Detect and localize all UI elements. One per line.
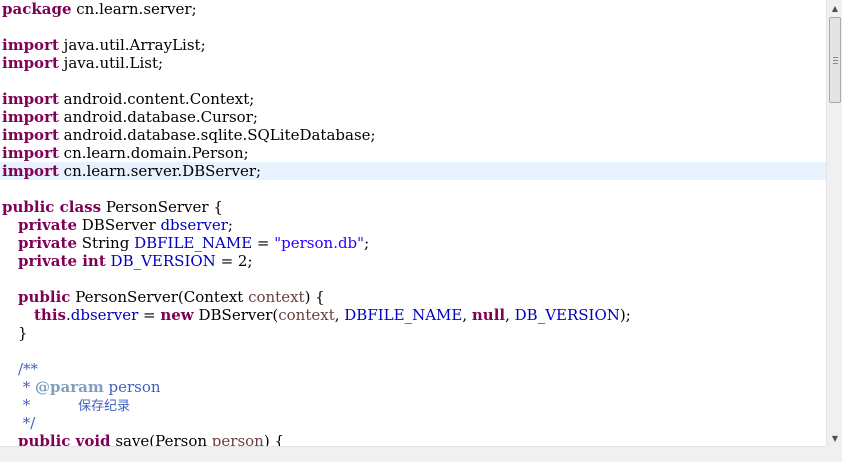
keyword: private — [18, 234, 77, 252]
parameter-name: context — [248, 288, 305, 306]
code-line-21-javadoc: /** — [0, 360, 826, 378]
code-line-8: import android.database.sqlite.SQLiteDat… — [0, 126, 826, 144]
keyword: null — [471, 306, 506, 324]
code-line-18: this.dbserver = new DBServer(context, DB… — [0, 306, 826, 324]
code-line-15: private int DB_VERSION = 2; — [0, 252, 826, 270]
parameter-name: context — [278, 306, 335, 324]
code-editor[interactable]: package cn.learn.server; import java.uti… — [0, 0, 842, 462]
keyword: private int — [18, 252, 106, 270]
javadoc-text: person — [103, 378, 161, 396]
code-text: ) { — [304, 288, 325, 306]
keyword: public — [18, 288, 71, 306]
code-text: save(Person — [110, 432, 212, 446]
scrollbar-corner — [826, 446, 842, 462]
keyword: public void — [18, 432, 111, 446]
code-text: ; — [364, 234, 370, 252]
code-line-13: private DBServer dbserver; — [0, 216, 826, 234]
code-text: = — [252, 234, 275, 252]
keyword: public class — [2, 198, 102, 216]
javadoc-text: /** — [18, 360, 39, 378]
javadoc-tag: @param — [35, 378, 104, 396]
code-text: PersonServer { — [101, 198, 223, 216]
grip-icon — [833, 57, 838, 64]
vertical-scrollbar[interactable]: ▲ ▼ — [826, 0, 842, 446]
keyword: import — [2, 90, 59, 108]
code-text: , — [462, 306, 472, 324]
code-line-17: public PersonServer(Context context) { — [0, 288, 826, 306]
keyword: import — [2, 54, 59, 72]
parameter-name: person — [211, 432, 264, 446]
code-text: ); — [619, 306, 631, 324]
code-line-14: private String DBFILE_NAME = "person.db"… — [0, 234, 826, 252]
field-name: DB_VERSION — [514, 306, 620, 324]
vertical-scroll-thumb[interactable] — [829, 17, 841, 103]
code-text: , — [334, 306, 345, 324]
field-name: DBFILE_NAME — [134, 234, 253, 252]
javadoc-text — [30, 396, 78, 414]
javadoc-text: * — [18, 378, 36, 396]
code-text: ) { — [263, 432, 285, 446]
keyword: import — [2, 126, 59, 144]
code-text-area[interactable]: package cn.learn.server; import java.uti… — [0, 0, 826, 446]
field-name: dbserver — [160, 216, 228, 234]
scroll-down-arrow-icon[interactable]: ▼ — [827, 430, 842, 446]
keyword: import — [2, 144, 59, 162]
code-line-1: package cn.learn.server; — [0, 0, 826, 18]
javadoc-text: * — [18, 396, 31, 414]
code-line-9: import cn.learn.domain.Person; — [0, 144, 826, 162]
keyword: private — [18, 216, 77, 234]
code-text: java.util.ArrayList; — [58, 36, 206, 54]
keyword: package — [2, 0, 72, 18]
code-line-7: import android.database.Cursor; — [0, 108, 826, 126]
code-text: android.database.Cursor; — [58, 108, 258, 126]
code-text: , — [505, 306, 515, 324]
code-text: DBServer — [77, 216, 161, 234]
code-text: = — [138, 306, 161, 324]
keyword: new — [160, 306, 194, 324]
scroll-up-arrow-icon[interactable]: ▲ — [827, 0, 842, 16]
code-text: android.database.sqlite.SQLiteDatabase; — [58, 126, 376, 144]
code-text: ; — [227, 216, 233, 234]
keyword: import — [2, 36, 59, 54]
code-text: cn.learn.server; — [71, 0, 197, 18]
code-line-23-javadoc: * 保存纪录 — [0, 396, 826, 414]
keyword: import — [2, 162, 59, 180]
code-line-10-current: import cn.learn.server.DBServer; — [0, 162, 826, 180]
code-line-19: } — [0, 324, 826, 342]
code-text: DBServer( — [193, 306, 279, 324]
code-text: cn.learn.domain.Person; — [58, 144, 249, 162]
field-name: dbserver — [70, 306, 139, 324]
code-text: } — [18, 324, 28, 342]
code-text: java.util.List; — [58, 54, 164, 72]
string-literal: "person.db" — [274, 234, 365, 252]
code-text: android.content.Context; — [58, 90, 255, 108]
code-line-12: public class PersonServer { — [0, 198, 826, 216]
keyword: this — [34, 306, 66, 324]
code-line-3: import java.util.ArrayList; — [0, 36, 826, 54]
code-text: cn.learn.server.DBServer; — [58, 162, 262, 180]
keyword: import — [2, 108, 59, 126]
code-line-4: import java.util.List; — [0, 54, 826, 72]
code-line-22-javadoc: * @param person — [0, 378, 826, 396]
code-text: String — [77, 234, 135, 252]
code-line-6: import android.content.Context; — [0, 90, 826, 108]
code-text: PersonServer(Context — [70, 288, 249, 306]
field-name: DB_VERSION — [110, 252, 216, 270]
horizontal-scrollbar[interactable] — [0, 446, 826, 462]
code-text: = 2; — [215, 252, 253, 270]
code-line-25: public void save(Person person) { — [0, 432, 826, 446]
code-line-24-javadoc: */ — [0, 414, 826, 432]
javadoc-description: 保存纪录 — [77, 399, 130, 414]
javadoc-text: */ — [18, 414, 36, 432]
field-name: DBFILE_NAME — [344, 306, 463, 324]
